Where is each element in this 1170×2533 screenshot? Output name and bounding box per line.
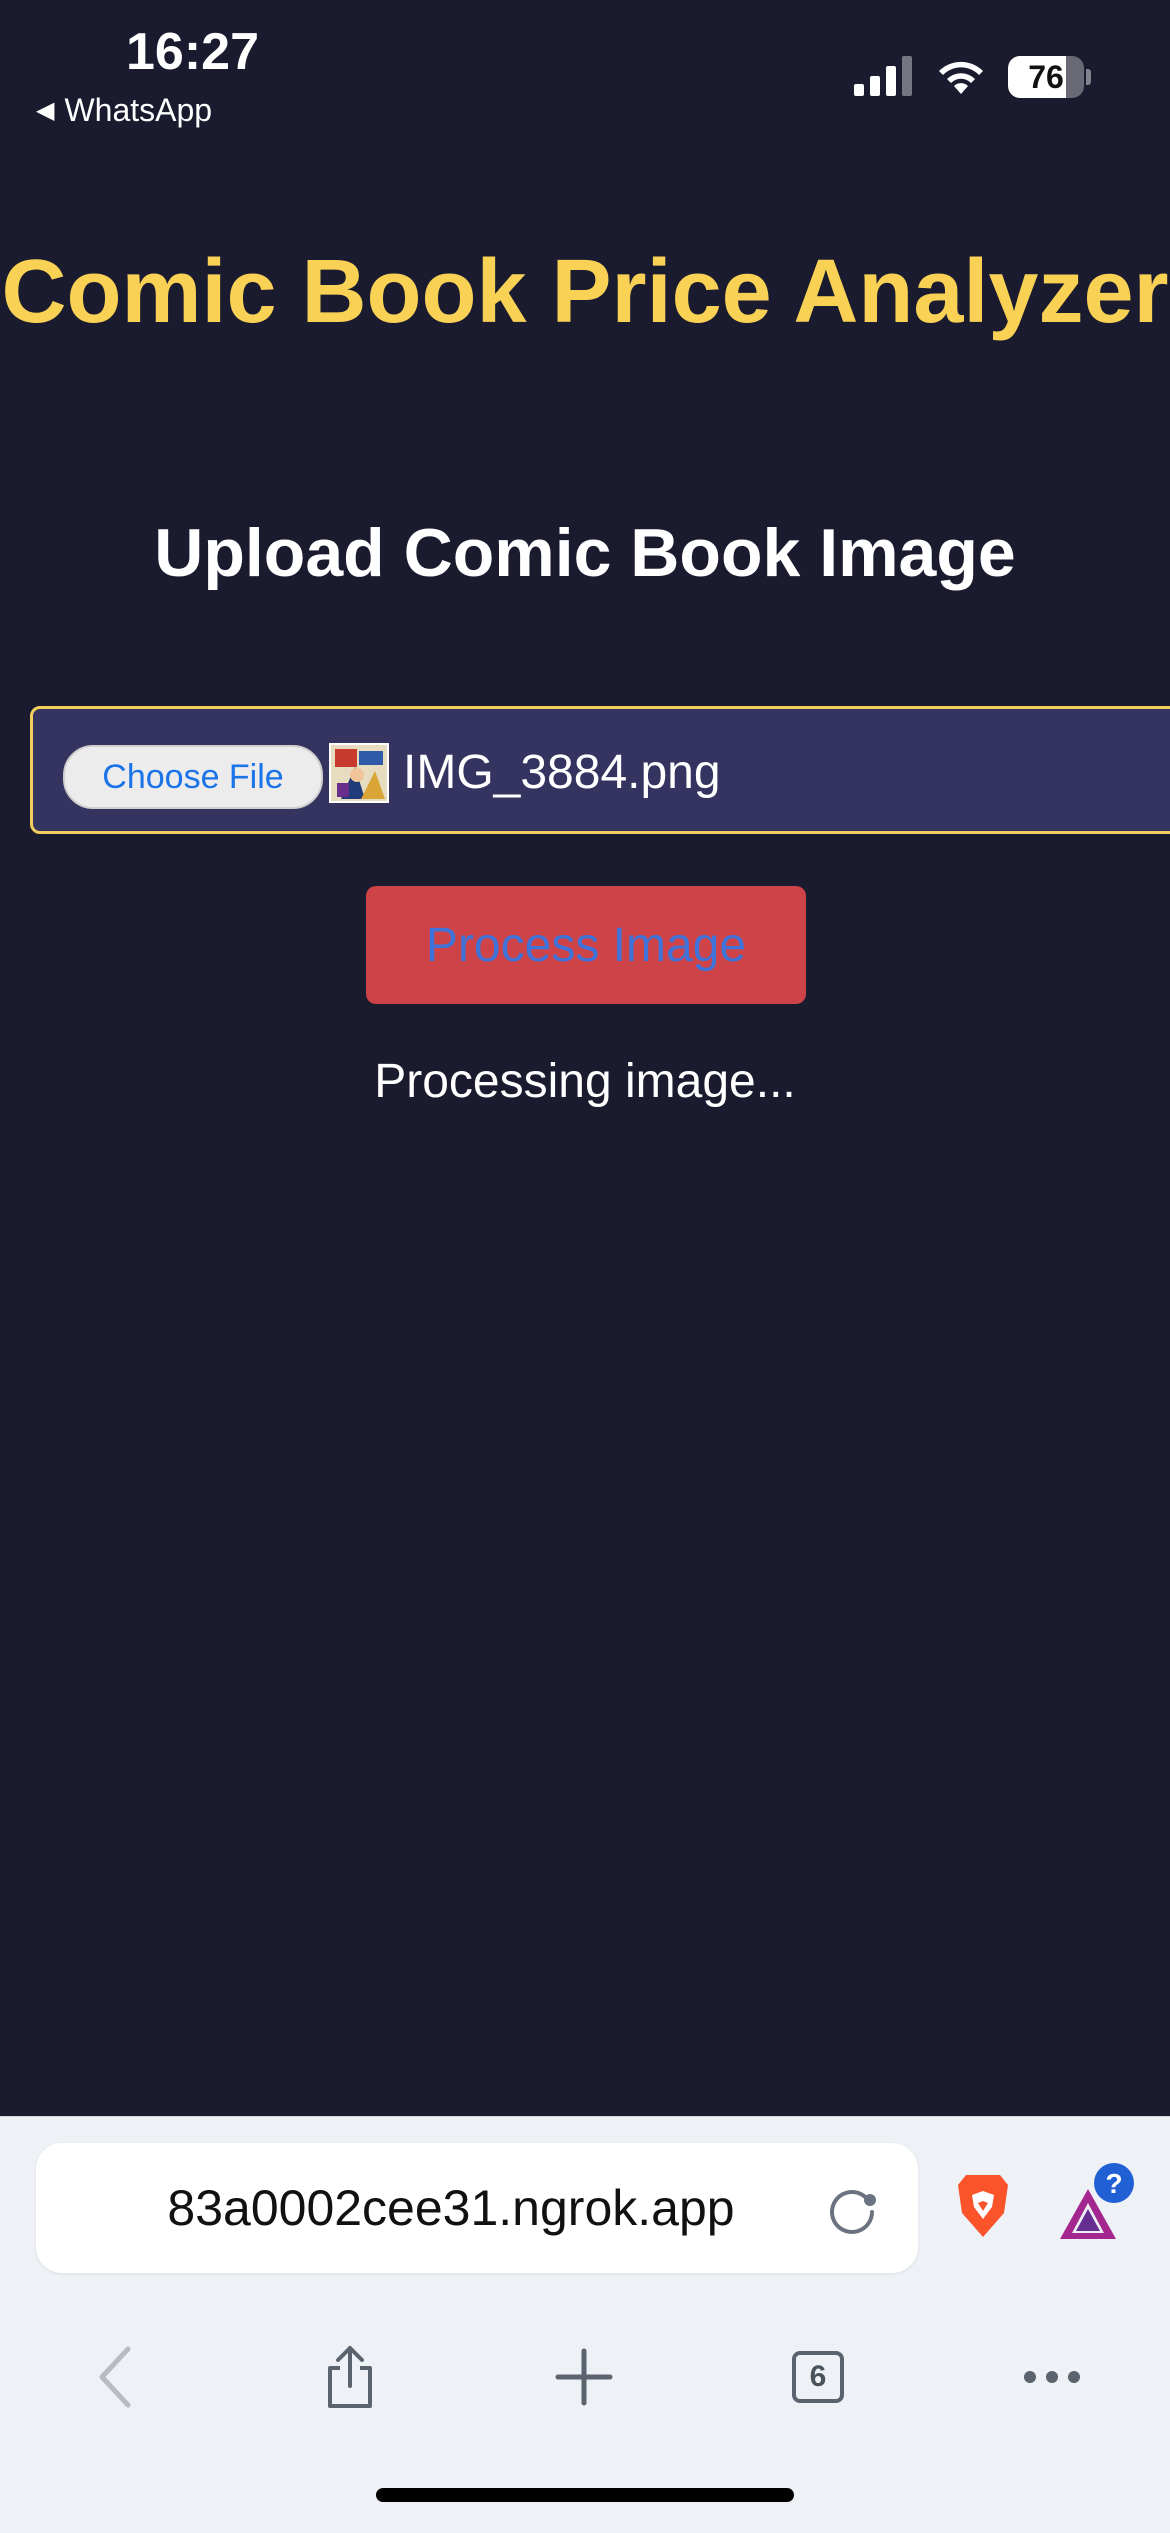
browser-toolbar: 83a0002cee31.ngrok.app ? 6 <box>0 2116 1170 2533</box>
status-time: 16:27 <box>126 23 259 81</box>
battery-level: 76 <box>1028 59 1064 95</box>
tabs-button[interactable]: 6 <box>768 2327 868 2427</box>
browser-nav-row: 6 <box>0 2327 1170 2427</box>
new-tab-icon <box>555 2348 613 2406</box>
file-thumbnail-image <box>329 743 389 803</box>
reload-icon[interactable] <box>822 2178 882 2238</box>
status-bar: 16:27 ◀ WhatsApp 76 <box>0 0 1170 150</box>
selected-file-name: IMG_3884.png <box>403 746 721 799</box>
share-button[interactable] <box>300 2327 400 2427</box>
home-indicator <box>376 2488 794 2502</box>
back-to-app-link[interactable]: ◀ WhatsApp <box>36 92 212 129</box>
share-icon <box>328 2346 372 2408</box>
new-tab-button[interactable] <box>534 2327 634 2427</box>
processing-status: Processing image... <box>374 1055 796 1108</box>
more-button[interactable] <box>1002 2327 1102 2427</box>
rewards-badge-label: ? <box>1105 2168 1122 2199</box>
battery-body: 76 <box>1008 56 1084 98</box>
battery-icon: 76 <box>1008 56 1091 98</box>
more-icon <box>1024 2371 1080 2383</box>
upload-heading: Upload Comic Book Image <box>154 515 1016 591</box>
url-text: 83a0002cee31.ngrok.app <box>167 2180 735 2236</box>
back-triangle-icon: ◀ <box>36 97 55 124</box>
back-app-label: WhatsApp <box>64 92 213 128</box>
choose-file-button[interactable]: Choose File <box>63 745 323 809</box>
cellular-signal-icon <box>854 56 912 96</box>
tabs-icon: 6 <box>792 2351 844 2403</box>
address-bar[interactable]: 83a0002cee31.ngrok.app <box>36 2143 918 2273</box>
back-icon <box>99 2346 131 2408</box>
wifi-icon <box>939 61 983 94</box>
battery-tip <box>1086 69 1091 85</box>
process-image-button[interactable]: Process Image <box>366 886 806 1004</box>
brave-lion-icon[interactable] <box>952 2173 1014 2239</box>
back-button[interactable] <box>66 2327 166 2427</box>
file-input[interactable]: Choose File IMG_3884.png <box>30 706 1170 834</box>
brave-rewards-icon[interactable]: ? <box>1056 2163 1140 2247</box>
page-title: Comic Book Price Analyzer <box>1 242 1169 342</box>
